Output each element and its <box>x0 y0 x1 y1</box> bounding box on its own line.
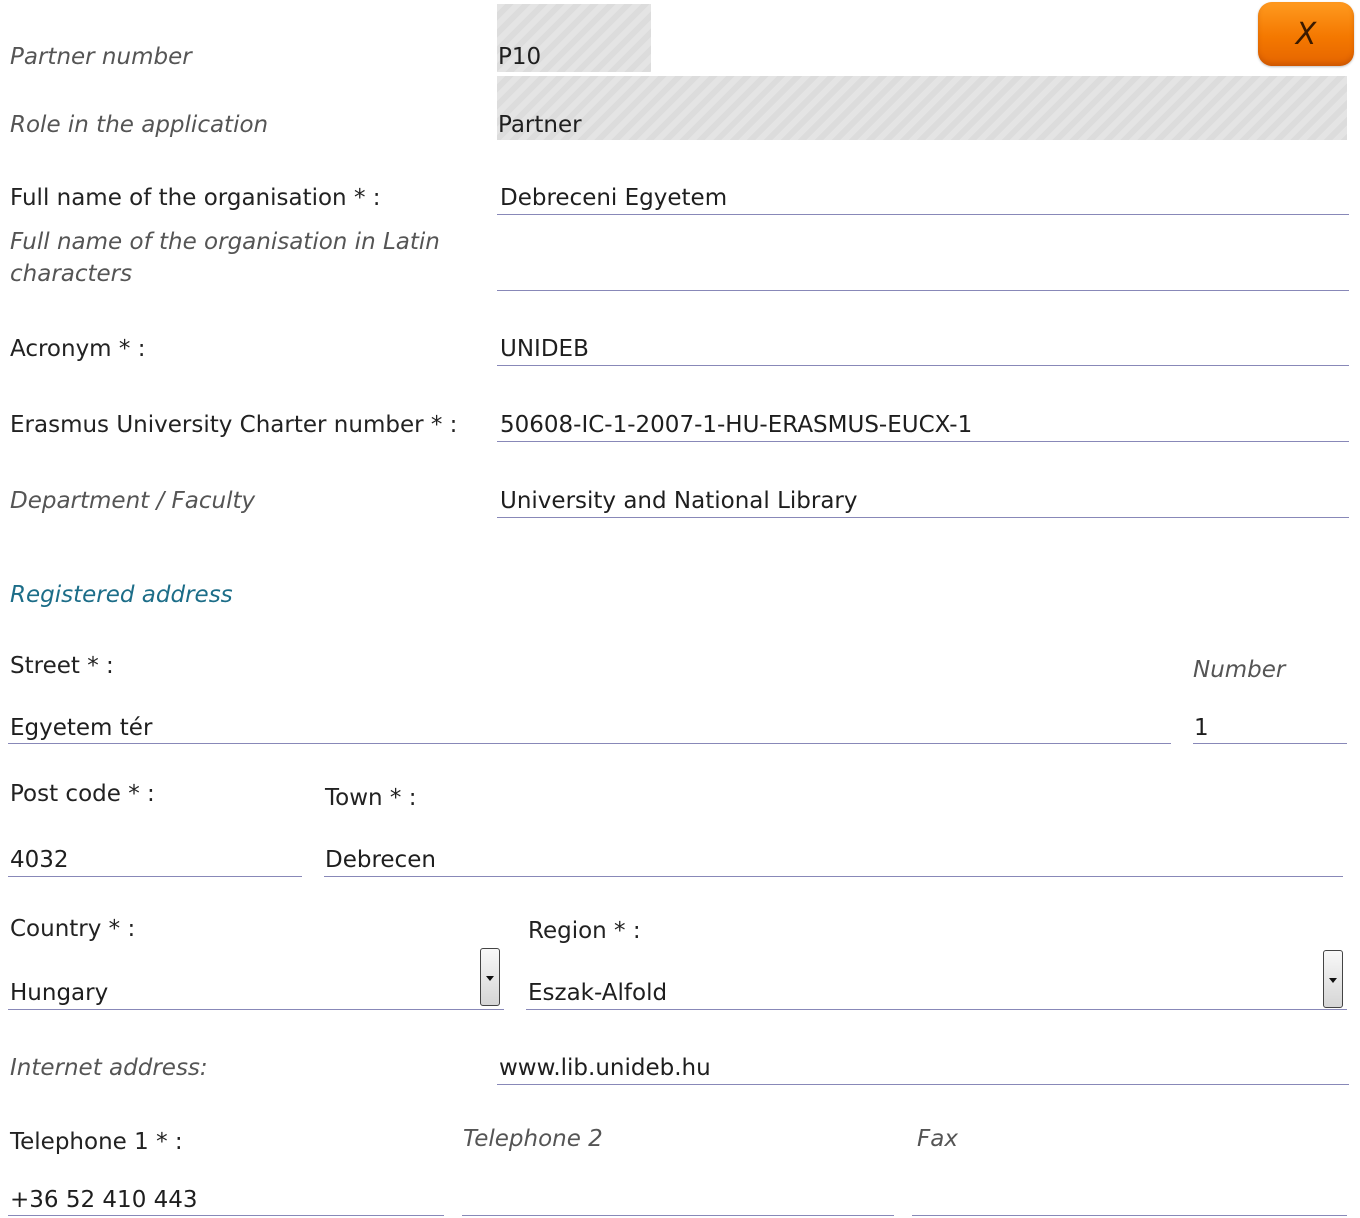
full-name-underline <box>497 214 1349 215</box>
role-label: Role in the application <box>10 112 269 138</box>
registered-address-heading: Registered address <box>10 582 233 608</box>
full-name-latin-label: Full name of the organisation in Latin c… <box>10 229 440 287</box>
telephone2-underline <box>462 1215 894 1216</box>
street-underline <box>8 743 1171 744</box>
telephone2-label: Telephone 2 <box>463 1126 603 1152</box>
department-underline <box>497 517 1349 518</box>
fax-label: Fax <box>917 1126 958 1152</box>
charter-number-underline <box>497 441 1349 442</box>
partner-number-label: Partner number <box>10 44 192 70</box>
fax-underline <box>912 1215 1347 1216</box>
post-code-label: Post code * : <box>10 781 155 807</box>
region-select[interactable]: Eszak-Alfold <box>528 979 667 1007</box>
telephone1-label: Telephone 1 * : <box>10 1129 183 1155</box>
telephone1-underline <box>8 1215 444 1216</box>
department-label: Department / Faculty <box>10 488 256 514</box>
internet-address-label: Internet address: <box>10 1055 208 1081</box>
full-name-input[interactable]: Debreceni Egyetem <box>500 184 727 212</box>
number-label: Number <box>1193 657 1286 683</box>
charter-number-input[interactable]: 50608-IC-1-2007-1-HU-ERASMUS-EUCX-1 <box>500 411 972 439</box>
close-button[interactable]: X <box>1258 2 1354 66</box>
fax-input[interactable] <box>913 1186 1345 1214</box>
partner-number-value: P10 <box>498 44 542 70</box>
telephone2-input[interactable] <box>463 1186 893 1214</box>
internet-address-input[interactable]: www.lib.unideb.hu <box>499 1054 711 1082</box>
charter-number-label: Erasmus University Charter number * : <box>10 412 458 438</box>
number-input[interactable]: 1 <box>1194 714 1209 742</box>
town-underline <box>324 876 1343 877</box>
town-input[interactable]: Debrecen <box>325 846 436 874</box>
town-label: Town * : <box>325 785 417 811</box>
acronym-label: Acronym * : <box>10 336 146 362</box>
role-value: Partner <box>498 112 582 138</box>
country-underline <box>8 1009 504 1010</box>
close-button-label: X <box>1295 16 1317 52</box>
post-code-input[interactable]: 4032 <box>10 846 69 874</box>
chevron-down-icon <box>1329 978 1337 983</box>
post-code-underline <box>8 876 302 877</box>
acronym-underline <box>497 365 1349 366</box>
street-label: Street * : <box>10 653 114 679</box>
full-name-label: Full name of the organisation * : <box>10 185 381 211</box>
telephone1-input[interactable]: +36 52 410 443 <box>10 1186 198 1214</box>
department-input[interactable]: University and National Library <box>500 487 858 515</box>
chevron-down-icon <box>486 976 494 981</box>
country-select[interactable]: Hungary <box>10 979 108 1007</box>
number-underline <box>1193 743 1347 744</box>
country-dropdown-button[interactable] <box>480 948 500 1006</box>
acronym-input[interactable]: UNIDEB <box>500 335 589 363</box>
street-input[interactable]: Egyetem tér <box>10 714 152 742</box>
country-label: Country * : <box>10 916 136 942</box>
region-label: Region * : <box>528 918 641 944</box>
internet-address-underline <box>497 1084 1349 1085</box>
full-name-latin-underline <box>497 290 1349 291</box>
full-name-latin-input[interactable] <box>500 260 1346 288</box>
region-dropdown-button[interactable] <box>1323 950 1343 1008</box>
role-field <box>497 76 1347 140</box>
region-underline <box>526 1009 1347 1010</box>
